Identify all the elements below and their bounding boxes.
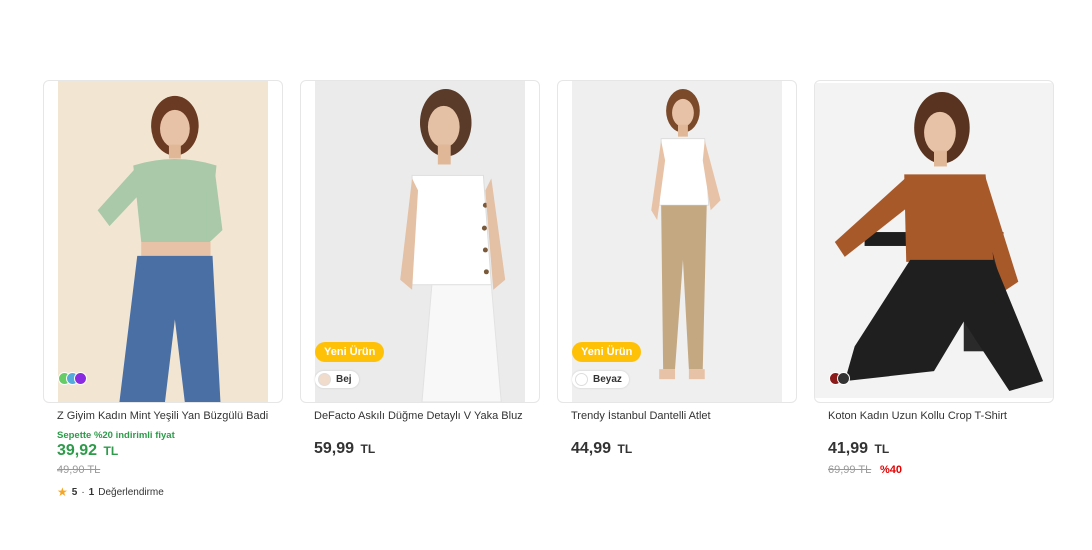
color-dot <box>575 373 588 386</box>
product-title[interactable]: Z Giyim Kadın Mint Yeşili Yan Büzgülü Ba… <box>57 410 277 422</box>
product-price: 41,99 TL <box>828 440 889 458</box>
price-currency: TL <box>360 442 376 456</box>
color-swatches[interactable] <box>58 372 87 385</box>
product-title[interactable]: Trendy İstanbul Dantelli Atlet <box>571 410 791 422</box>
product-image-frame[interactable]: Yeni Ürün Bej <box>300 80 540 403</box>
rating-label: Değerlendirme <box>98 486 164 498</box>
rating-score: 5 <box>71 486 78 498</box>
product-grid: Z Giyim Kadın Mint Yeşili Yan Büzgülü Ba… <box>43 80 1055 520</box>
rating-separator: · <box>81 486 85 498</box>
color-chip[interactable]: Bej <box>315 371 359 388</box>
price-currency: TL <box>103 444 119 458</box>
color-label: Bej <box>336 374 352 385</box>
color-dot <box>318 373 331 386</box>
price-value: 41,99 <box>828 440 869 457</box>
product-photo[interactable] <box>58 81 268 402</box>
product-card[interactable]: Yeni Ürün Bej DeFacto Askılı Düğme Detay… <box>300 80 540 510</box>
star-icon: ★ <box>57 485 68 499</box>
price-value: 59,99 <box>314 440 355 457</box>
product-image-frame[interactable]: Yeni Ürün Beyaz <box>557 80 797 403</box>
product-card[interactable]: Koton Kadın Uzun Kollu Crop T-Shirt 41,9… <box>814 80 1054 510</box>
price-currency: TL <box>617 442 633 456</box>
product-image-frame[interactable] <box>814 80 1054 403</box>
product-title[interactable]: Koton Kadın Uzun Kollu Crop T-Shirt <box>828 410 1048 422</box>
color-swatches[interactable] <box>829 372 850 385</box>
rating-count: 1 <box>88 486 95 498</box>
price-value: 44,99 <box>571 440 612 457</box>
old-price: 69,99 TL <box>828 464 872 476</box>
product-price: 39,92 TL <box>57 442 118 460</box>
price-value: 39,92 <box>57 442 98 459</box>
color-swatch[interactable] <box>837 372 850 385</box>
product-image-frame[interactable] <box>43 80 283 403</box>
product-title[interactable]: DeFacto Askılı Düğme Detaylı V Yaka Bluz <box>314 410 534 422</box>
cart-promo-text: Sepette %20 indirimli fiyat <box>57 430 175 441</box>
color-swatch[interactable] <box>74 372 87 385</box>
product-price: 44,99 TL <box>571 440 632 458</box>
color-label: Beyaz <box>593 374 622 385</box>
product-card[interactable]: Yeni Ürün Beyaz Trendy İstanbul Dantelli… <box>557 80 797 510</box>
rating-summary[interactable]: ★ 5 · 1 Değerlendirme <box>57 485 164 499</box>
product-photo[interactable] <box>815 83 1053 398</box>
discount-badge: %40 <box>880 464 903 476</box>
price-currency: TL <box>874 442 890 456</box>
color-chip[interactable]: Beyaz <box>572 371 629 388</box>
new-product-badge: Yeni Ürün <box>572 342 642 362</box>
old-price: 49,90 TL <box>57 464 101 476</box>
product-price: 59,99 TL <box>314 440 375 458</box>
new-product-badge: Yeni Ürün <box>315 342 385 362</box>
product-card[interactable]: Z Giyim Kadın Mint Yeşili Yan Büzgülü Ba… <box>43 80 283 510</box>
